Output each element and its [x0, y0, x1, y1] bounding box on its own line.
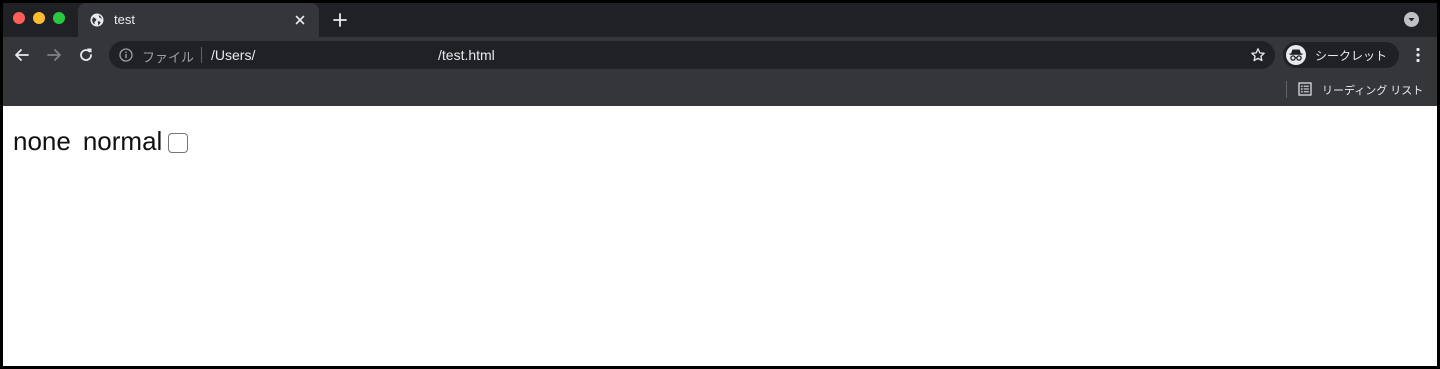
url-suffix: /test.html [438, 47, 495, 63]
browser-toolbar: ファイル /Users/ /test.html シークレット [3, 37, 1437, 73]
scheme-chip: ファイル [142, 50, 195, 65]
bookmark-star-icon[interactable] [1250, 47, 1266, 63]
reading-list-label: リーディング リスト [1322, 85, 1424, 97]
forward-arrow-icon[interactable] [44, 45, 64, 65]
incognito-button[interactable]: シークレット [1283, 42, 1399, 68]
tab-title: test [114, 12, 135, 27]
address-bar[interactable]: ファイル /Users/ /test.html [109, 41, 1275, 69]
reading-list-icon [1298, 82, 1312, 96]
chevron-down-icon [1408, 18, 1415, 22]
incognito-label: シークレット [1315, 49, 1388, 63]
text-none: none [13, 126, 71, 156]
new-tab-icon[interactable] [331, 11, 349, 29]
kebab-menu-icon[interactable] [1411, 46, 1425, 64]
reading-list-button[interactable]: リーディング リスト [1294, 77, 1432, 101]
bookmarks-bar: リーディング リスト [3, 73, 1437, 106]
checkbox[interactable] [168, 132, 189, 153]
zoom-window-button[interactable] [53, 12, 65, 24]
text-normal: normal [82, 126, 163, 156]
close-window-button[interactable] [13, 12, 25, 24]
bookmarks-divider [1286, 81, 1287, 98]
tab-search-button[interactable] [1404, 12, 1419, 27]
page-text-line: none normal [13, 126, 189, 157]
minimize-window-button[interactable] [33, 12, 45, 24]
close-tab-icon[interactable] [292, 12, 308, 28]
tab-test[interactable]: test [78, 3, 319, 37]
tab-strip: test [3, 3, 1437, 37]
omnibox-divider [201, 47, 202, 63]
page-content: none normal [3, 106, 1437, 366]
globe-icon [90, 13, 104, 27]
reload-icon[interactable] [76, 45, 96, 65]
incognito-icon [1286, 45, 1306, 65]
info-icon[interactable] [119, 48, 133, 62]
url-prefix: /Users/ [211, 47, 256, 63]
browser-window: test ファイル /Users/ /test.html シークレット リーディ… [3, 3, 1437, 366]
back-arrow-icon[interactable] [12, 45, 32, 65]
